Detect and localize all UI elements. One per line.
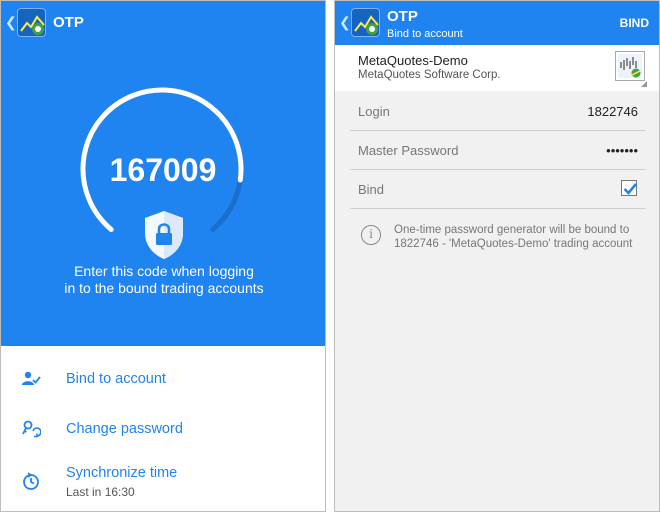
metatrader-app-icon[interactable] xyxy=(351,8,380,37)
person-check-icon xyxy=(22,371,41,385)
account-server: MetaQuotes-Demo xyxy=(358,53,468,68)
bind-checkbox-row[interactable]: Bind xyxy=(350,171,646,209)
login-value[interactable]: 1822746 xyxy=(587,104,638,119)
chevron-left-icon[interactable]: ❮ xyxy=(5,14,17,31)
otp-caption: Enter this code when logging in to the b… xyxy=(21,263,307,297)
login-label: Login xyxy=(358,104,390,119)
master-password-label: Master Password xyxy=(358,143,459,158)
otp-caption-line-2: in to the bound trading accounts xyxy=(64,280,264,296)
bind-info-text: One-time password generator will be boun… xyxy=(394,224,633,250)
account-selector[interactable]: MetaQuotes-Demo MetaQuotes Software Corp… xyxy=(335,45,659,91)
shield-lock-icon xyxy=(145,211,183,259)
screen-title: OTP xyxy=(387,8,418,25)
master-password-value[interactable]: ••••••• xyxy=(606,143,638,158)
bind-label: Bind xyxy=(358,182,385,197)
action-bar: ❮ OTP Bind to account BIND xyxy=(335,1,659,45)
screen-subtitle: Bind to account xyxy=(387,28,463,40)
action-bar: ❮ OTP xyxy=(1,1,325,45)
otp-code: 167009 xyxy=(109,152,217,188)
bind-account-screen: ❮ OTP Bind to account BIND MetaQuotes-De… xyxy=(334,0,660,512)
menu-label: Change password xyxy=(66,421,183,437)
menu-item-change-password[interactable]: Change password xyxy=(1,407,325,451)
otp-timer-gauge xyxy=(80,87,244,233)
bind-button[interactable]: BIND xyxy=(620,16,649,30)
metaquotes-broker-icon xyxy=(615,51,645,81)
screen-title: OTP xyxy=(53,14,84,31)
login-field[interactable]: Login 1822746 xyxy=(350,93,646,131)
timer-sync-icon xyxy=(23,472,39,490)
account-company: MetaQuotes Software Corp. xyxy=(358,69,501,81)
menu-item-bind-to-account[interactable]: Bind to account xyxy=(1,357,325,401)
metatrader-app-icon[interactable] xyxy=(17,8,46,37)
otp-caption-line-1: Enter this code when logging xyxy=(74,263,254,279)
menu-sublabel: Last in 16:30 xyxy=(66,485,135,499)
checkmark-icon xyxy=(623,183,637,195)
menu-label: Bind to account xyxy=(66,371,166,387)
info-circle-icon: i xyxy=(361,225,381,245)
menu-label: Synchronize time xyxy=(66,465,178,481)
otp-screen: ❮ OTP 167009 Enter this code when loggin… xyxy=(0,0,326,512)
bind-checkbox[interactable] xyxy=(621,180,637,196)
dropdown-corner-icon xyxy=(641,81,647,87)
master-password-field[interactable]: Master Password ••••••• xyxy=(350,132,646,170)
menu-item-synchronize-time[interactable]: Synchronize time Last in 16:30 xyxy=(1,457,325,507)
otp-hero: 167009 Enter this code when logging in t… xyxy=(1,45,325,346)
chevron-left-icon[interactable]: ❮ xyxy=(339,14,351,31)
key-refresh-icon xyxy=(22,420,41,438)
